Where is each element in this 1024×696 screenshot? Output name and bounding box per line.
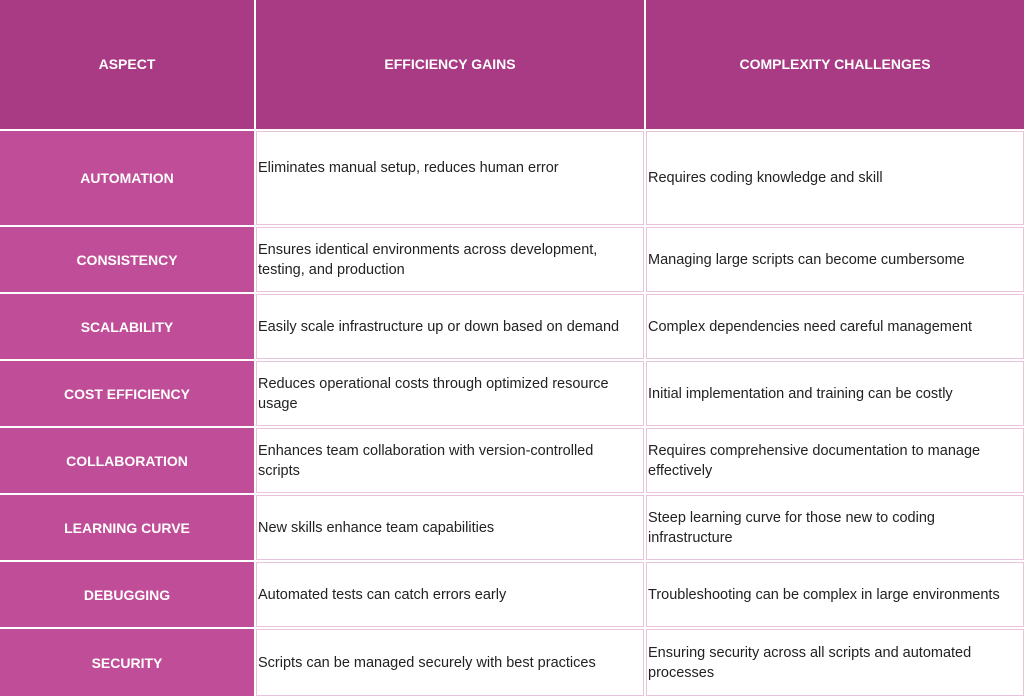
- aspect-cell: LEARNING CURVE: [0, 495, 254, 560]
- gains-cell: Scripts can be managed securely with bes…: [256, 629, 644, 696]
- challenges-cell: Complex dependencies need careful manage…: [646, 294, 1024, 359]
- aspect-cell: DEBUGGING: [0, 562, 254, 627]
- aspect-cell: COST EFFICIENCY: [0, 361, 254, 426]
- challenges-cell: Steep learning curve for those new to co…: [646, 495, 1024, 560]
- aspect-cell: COLLABORATION: [0, 428, 254, 493]
- challenges-cell: Requires coding knowledge and skill: [646, 131, 1024, 225]
- gains-cell: Eliminates manual setup, reduces human e…: [256, 131, 644, 225]
- header-efficiency-gains: EFFICIENCY GAINS: [256, 0, 644, 129]
- header-complexity-challenges: COMPLEXITY CHALLENGES: [646, 0, 1024, 129]
- gains-cell: New skills enhance team capabilities: [256, 495, 644, 560]
- gains-cell: Ensures identical environments across de…: [256, 227, 644, 292]
- aspect-cell: CONSISTENCY: [0, 227, 254, 292]
- gains-cell: Automated tests can catch errors early: [256, 562, 644, 627]
- gains-cell: Enhances team collaboration with version…: [256, 428, 644, 493]
- gains-cell: Reduces operational costs through optimi…: [256, 361, 644, 426]
- aspect-cell: SECURITY: [0, 629, 254, 696]
- challenges-cell: Initial implementation and training can …: [646, 361, 1024, 426]
- challenges-cell: Troubleshooting can be complex in large …: [646, 562, 1024, 627]
- header-aspect: ASPECT: [0, 0, 254, 129]
- aspect-cell: SCALABILITY: [0, 294, 254, 359]
- challenges-cell: Managing large scripts can become cumber…: [646, 227, 1024, 292]
- challenges-cell: Requires comprehensive documentation to …: [646, 428, 1024, 493]
- gains-cell: Easily scale infrastructure up or down b…: [256, 294, 644, 359]
- aspect-cell: AUTOMATION: [0, 131, 254, 225]
- comparison-table: ASPECT EFFICIENCY GAINS COMPLEXITY CHALL…: [0, 0, 1024, 696]
- challenges-cell: Ensuring security across all scripts and…: [646, 629, 1024, 696]
